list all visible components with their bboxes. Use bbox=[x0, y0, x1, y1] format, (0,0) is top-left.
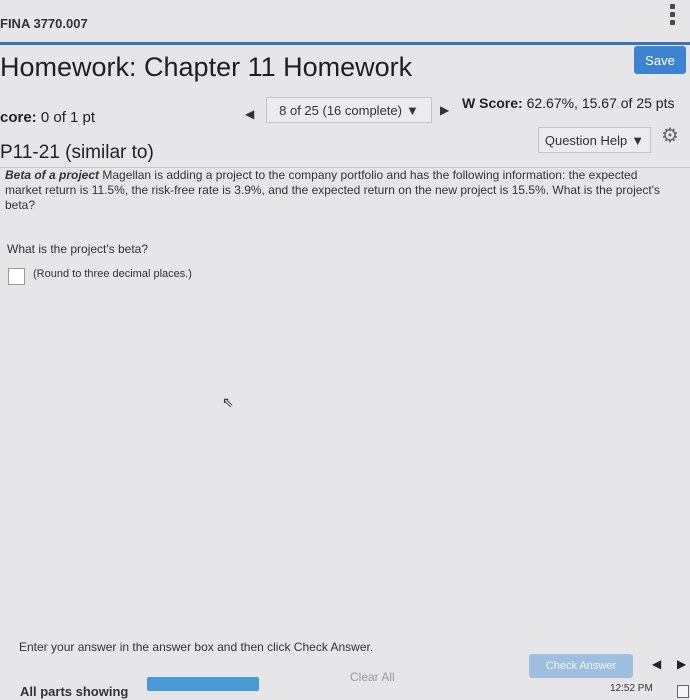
score-label: core: bbox=[0, 109, 37, 126]
header-divider bbox=[0, 42, 690, 45]
next-question-icon[interactable]: ▶ bbox=[440, 103, 449, 117]
gear-icon[interactable]: ⚙ bbox=[661, 126, 679, 146]
homework-score: W Score: 62.67%, 15.67 of 25 pts bbox=[462, 95, 674, 111]
question-score: core: 0 of 1 pt bbox=[0, 109, 95, 126]
question-help-label: Question Help bbox=[544, 132, 628, 148]
check-answer-button[interactable]: Check Answer bbox=[529, 654, 633, 678]
problem-lead: Beta of a project bbox=[5, 168, 100, 182]
problem-text: Magellan is adding a project to the comp… bbox=[5, 168, 661, 212]
dropdown-arrow-icon: ▼ bbox=[631, 132, 645, 148]
save-button[interactable]: Save bbox=[634, 46, 686, 74]
problem-statement: Beta of a project Magellan is adding a p… bbox=[5, 168, 665, 213]
question-navigator-dropdown[interactable]: 8 of 25 (16 complete) ▼ bbox=[266, 97, 432, 123]
question-prompt: What is the project's beta? bbox=[7, 242, 149, 256]
all-parts-showing-label: All parts showing bbox=[20, 684, 129, 699]
hw-score-value: 62.67%, 15.67 of 25 pts bbox=[526, 95, 675, 111]
page-title: Homework: Chapter 11 Homework bbox=[0, 52, 413, 82]
prev-part-icon[interactable]: ◀ bbox=[652, 657, 661, 671]
answer-input[interactable] bbox=[8, 268, 25, 285]
parts-progress-bar bbox=[147, 677, 259, 691]
kebab-menu-icon[interactable] bbox=[670, 4, 676, 25]
dropdown-arrow-icon: ▼ bbox=[405, 102, 419, 118]
course-title: FINA 3770.007 bbox=[0, 16, 88, 31]
mouse-cursor-icon: ⇖ bbox=[222, 394, 234, 410]
instructions-text: Enter your answer in the answer box and … bbox=[19, 640, 374, 654]
next-part-icon[interactable]: ▶ bbox=[677, 657, 686, 671]
question-number: P11-21 (similar to) bbox=[0, 142, 154, 163]
question-help-dropdown[interactable]: Question Help ▼ bbox=[538, 127, 651, 153]
prev-question-icon[interactable]: ◀ bbox=[245, 107, 254, 121]
hw-score-label: W Score: bbox=[462, 95, 523, 111]
document-icon bbox=[677, 685, 689, 698]
score-value: 0 of 1 pt bbox=[40, 109, 96, 126]
taskbar-clock: 12:52 PM bbox=[610, 683, 653, 694]
question-navigator-text: 8 of 25 (16 complete) bbox=[279, 102, 402, 118]
clear-all-button[interactable]: Clear All bbox=[350, 670, 395, 684]
rounding-note: (Round to three decimal places.) bbox=[33, 268, 192, 280]
